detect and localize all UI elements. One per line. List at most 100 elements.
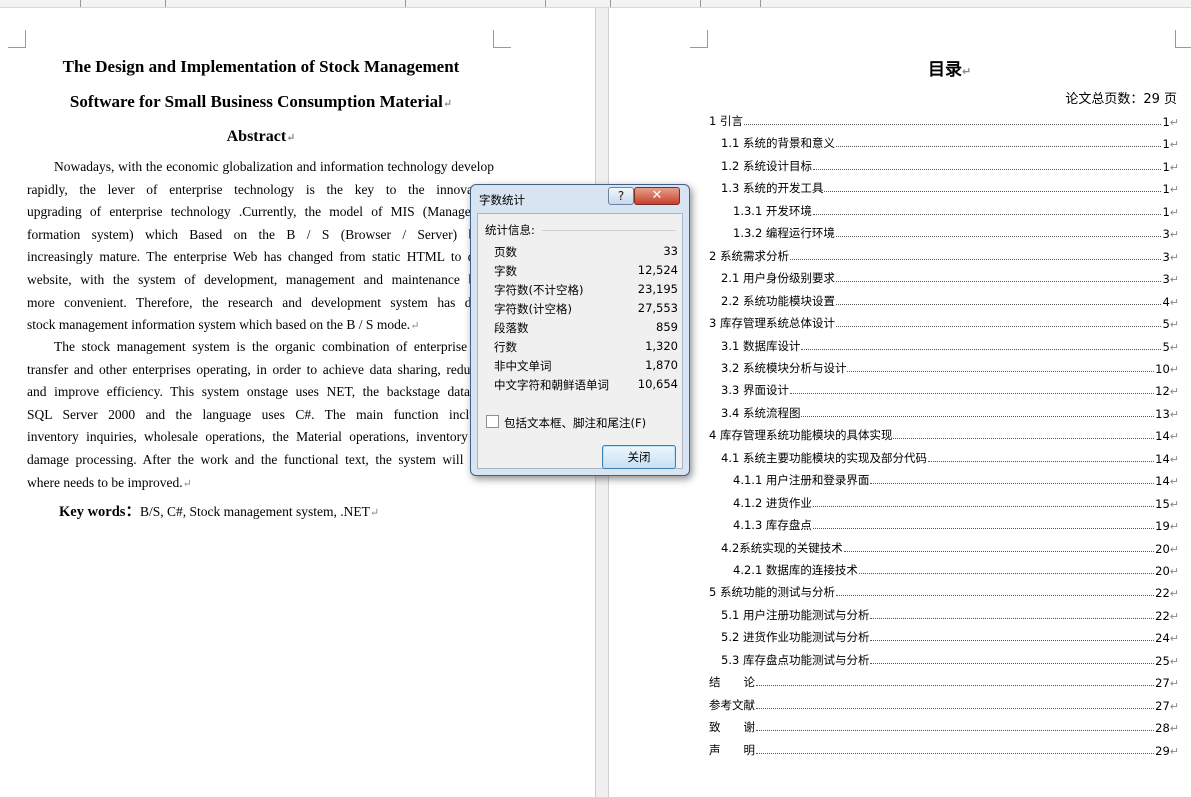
- toc-entry[interactable]: 1.3 系统的开发工具 1 ↵: [721, 178, 1179, 196]
- toc-entry[interactable]: 4.1.2 进货作业 15 ↵: [733, 493, 1179, 511]
- toc-leader-dots: [812, 505, 1155, 507]
- toc-leader-dots: [756, 752, 1155, 754]
- keywords-value: B/S, C#, Stock management system, .NET: [139, 504, 370, 519]
- toc-entry[interactable]: 4.2系统实现的关键技术 20 ↵: [721, 538, 1179, 556]
- toc-entry[interactable]: 1.3.1 开发环境 1 ↵: [733, 201, 1179, 219]
- toc-entry[interactable]: 2 系统需求分析 3 ↵: [709, 246, 1179, 264]
- toc-entry[interactable]: 2.1 用户身份级别要求 3 ↵: [721, 268, 1179, 286]
- stat-value: 12,524: [637, 263, 678, 277]
- dialog-body: 统计信息: 页数 33 字数 12,524 字符数(不计空格) 23,195 字符数(计空格…: [477, 213, 683, 469]
- toc-entry-page: 20: [1155, 541, 1170, 556]
- toc-entry-page: 27: [1155, 698, 1170, 713]
- toc-entry[interactable]: 3.4 系统流程图 13 ↵: [721, 403, 1179, 421]
- toc-entry-title: 3 库存管理系统总体设计: [709, 316, 835, 331]
- toc-leader-dots: [870, 483, 1155, 485]
- toc-entry-page: 14: [1155, 429, 1170, 444]
- toc-entry[interactable]: 1.3.2 编程运行环境 3 ↵: [733, 223, 1179, 241]
- stat-value: 859: [656, 320, 678, 334]
- toc-leader-dots: [835, 303, 1162, 305]
- stat-value: 1,320: [645, 339, 678, 353]
- toc-entry-page: 13: [1155, 406, 1170, 421]
- stat-row: 中文字符和朝鲜语单词 10,654: [494, 377, 678, 396]
- toc-leader-dots: [835, 595, 1155, 597]
- include-textbox-footnote-checkbox[interactable]: [486, 415, 499, 428]
- crop-mark-top-left: [8, 30, 26, 48]
- toc-entry-page: 27: [1155, 676, 1170, 691]
- toc-entry-page: 22: [1155, 608, 1170, 623]
- toc-entry[interactable]: 5.2 进货作业功能测试与分析 24 ↵: [721, 627, 1179, 645]
- toc-entry-page: 14: [1155, 451, 1170, 466]
- toc-entry[interactable]: 4.1.1 用户注册和登录界面 14 ↵: [733, 470, 1179, 488]
- toc-leader-dots: [801, 348, 1162, 350]
- toc-entry-page: 5: [1162, 317, 1170, 332]
- toc-entry[interactable]: 5.3 库存盘点功能测试与分析 25 ↵: [721, 650, 1179, 668]
- toc-entry-page: 3: [1162, 272, 1170, 287]
- section-separator: [542, 230, 676, 231]
- toc-entry-title: 声 明: [709, 742, 755, 757]
- toc-leader-dots: [893, 438, 1155, 440]
- stat-row: 段落数 859: [494, 320, 678, 339]
- toc-entry[interactable]: 1 引言 1 ↵: [709, 111, 1179, 129]
- toc-entry-title: 3.1 数据库设计: [721, 338, 801, 353]
- toc-entry[interactable]: 致 谢 28 ↵: [709, 717, 1179, 735]
- toc-entry-page: 1: [1162, 115, 1170, 129]
- crop-mark-top-left-right-page: [690, 30, 708, 48]
- ruler-tick: [700, 0, 701, 7]
- toc-entry-page: 1: [1162, 204, 1170, 219]
- toc-entry-page: 10: [1155, 361, 1170, 376]
- toc-entry[interactable]: 3.2 系统模块分析与设计 10 ↵: [721, 358, 1179, 376]
- toc-entry[interactable]: 1.1 系统的背景和意义 1 ↵: [721, 133, 1179, 151]
- toc-entry[interactable]: 3.3 界面设计 12 ↵: [721, 380, 1179, 398]
- toc-entry[interactable]: 3 库存管理系统总体设计 5 ↵: [709, 313, 1179, 331]
- stat-row: 行数 1,320: [494, 339, 678, 358]
- stat-label: 页数: [494, 245, 517, 259]
- toc-entry-title: 4.1.1 用户注册和登录界面: [733, 473, 870, 488]
- abstract-line: where needs to be improved.↵: [27, 474, 192, 490]
- include-checkbox-label[interactable]: 包括文本框、脚注和尾注(F): [504, 415, 646, 431]
- toc-entry[interactable]: 2.2 系统功能模块设置 4 ↵: [721, 291, 1179, 309]
- toc-entry-page: 1: [1162, 182, 1170, 197]
- toc-entry[interactable]: 5.1 用户注册功能测试与分析 22 ↵: [721, 605, 1179, 623]
- stat-value: 10,654: [637, 377, 678, 391]
- toc-entry-title: 4.2系统实现的关键技术: [721, 540, 843, 555]
- toc-entry-title: 2.2 系统功能模块设置: [721, 293, 835, 308]
- close-icon[interactable]: ✕: [634, 187, 680, 205]
- toc-entry[interactable]: 5 系统功能的测试与分析 22 ↵: [709, 582, 1179, 600]
- stat-value: 1,870: [645, 358, 678, 372]
- toc-leader-dots: [843, 550, 1155, 552]
- crop-mark-top-right-right-page: [1175, 30, 1191, 48]
- toc-leader-dots: [789, 258, 1162, 260]
- toc-entry-title: 4.2.1 数据库的连接技术: [733, 563, 858, 577]
- toc-entry-page: 14: [1155, 474, 1170, 489]
- toc-entry[interactable]: 1.2 系统设计目标 1 ↵: [721, 156, 1179, 174]
- stat-value: 33: [663, 244, 678, 258]
- toc-entry-page: 24: [1155, 631, 1170, 646]
- stat-label: 行数: [494, 340, 517, 354]
- toc-entry[interactable]: 4.1 系统主要功能模块的实现及部分代码 14 ↵: [721, 448, 1179, 466]
- toc-entry[interactable]: 4 库存管理系统功能模块的具体实现 14 ↵: [709, 425, 1179, 443]
- toc-entry[interactable]: 3.1 数据库设计 5 ↵: [721, 336, 1179, 354]
- toc-entry[interactable]: 4.2.1 数据库的连接技术 20 ↵: [733, 560, 1179, 578]
- toc-leader-dots: [927, 460, 1155, 462]
- help-icon[interactable]: ?: [608, 187, 634, 205]
- toc-entry[interactable]: 4.1.3 库存盘点 19 ↵: [733, 515, 1179, 533]
- toc-entry[interactable]: 参考文献 27 ↵: [709, 695, 1179, 713]
- thesis-title-line-2: Software for Small Business Consumption …: [69, 92, 453, 111]
- dialog-titlebar[interactable]: 字数统计 ? ✕: [471, 185, 689, 212]
- stat-label: 字符数(不计空格): [494, 283, 584, 297]
- ruler-tick: [760, 0, 761, 7]
- toc-entry-title: 结 论: [709, 675, 755, 690]
- stat-value: 23,195: [637, 282, 678, 296]
- crop-mark-top-right: [493, 30, 511, 48]
- toc-entry-page: 3: [1162, 227, 1170, 242]
- toc-leader-dots: [835, 146, 1162, 148]
- toc-entry[interactable]: 声 明 29 ↵: [709, 740, 1179, 758]
- toc-entry[interactable]: 结 论 27 ↵: [709, 672, 1179, 690]
- toc-leader-dots: [824, 191, 1162, 193]
- close-button[interactable]: 关闭: [602, 445, 676, 469]
- toc-leader-dots: [870, 640, 1155, 642]
- toc-leader-dots: [812, 213, 1162, 215]
- right-page: 目录↵ 论文总页数：29 页 1 引言 1 ↵ 1.1 系统的背景和意义 1 ↵ 1.2 系…: [610, 8, 1191, 797]
- toc-entry-title: 4.1.2 进货作业: [733, 495, 812, 510]
- ruler-tick: [610, 0, 611, 7]
